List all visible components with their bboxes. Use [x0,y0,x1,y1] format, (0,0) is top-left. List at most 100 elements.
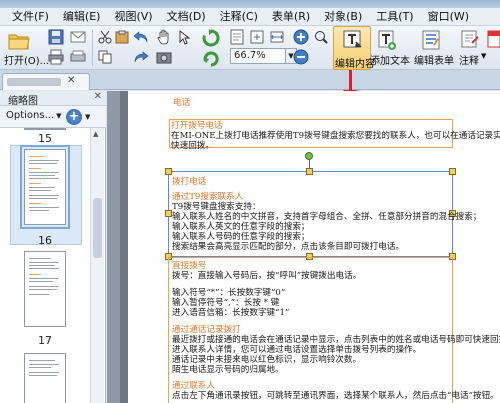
rotate-counterclockwise-icon [203,51,219,67]
menu-bar: 文件(F) 编辑(E) 视图(V) 文档(D) 注释(C) 表单(R) 对象(B… [0,8,500,26]
tab-close-icon[interactable]: ✕ [67,75,75,86]
scroll-up-icon[interactable]: ▲ [93,130,98,138]
zoom-input[interactable]: 66.7% [230,48,286,64]
paragraph-line: 点击左下角通讯录按钮，可跳转至通讯界面，选择某个联系人，然后点击“电话”按钮。 [172,391,499,401]
thumbnail-options-button[interactable]: Options... ▼ [6,110,62,121]
resize-handle-top-right[interactable] [449,168,456,175]
comment-dropdown-chevron-down-icon[interactable]: ▼ [481,52,486,60]
thumbnail-page-18[interactable] [24,353,66,403]
clipboard-icon [115,30,129,44]
magnifier-icon [315,31,328,44]
redo-button[interactable] [132,48,150,66]
menu-file[interactable]: 文件(F) [0,9,56,25]
zoom-tool-button[interactable] [313,28,329,46]
print-button[interactable] [46,48,66,66]
menu-form[interactable]: 表单(R) [265,9,317,25]
document-tab-strip: ✕ [0,70,500,90]
menu-tools[interactable]: 工具(T) [369,9,420,25]
select-text-button[interactable] [176,28,194,46]
thumbnail-page-16[interactable] [20,145,70,229]
panel-close-icon[interactable]: ✕ [94,91,102,102]
scrollbar-thumb[interactable] [93,198,102,258]
thumbnail-page-number: 16 [38,234,52,247]
menu-window[interactable]: 窗口(W) [421,9,476,25]
comment-label: 注释 [459,56,479,67]
add-text-button[interactable] [376,28,398,52]
page-edge-shadow [120,91,128,403]
page-icon [230,29,244,45]
menu-comment[interactable]: 注释(C) [213,9,265,25]
scissors-icon [98,30,112,44]
resize-handle-top-left[interactable] [165,168,172,175]
actual-size-button[interactable] [228,28,246,46]
toolbar-separator [92,30,93,66]
pdf-icon [487,30,500,48]
hand-icon [157,29,169,45]
zoom-out-button[interactable] [292,48,310,66]
menu-view[interactable]: 视图(V) [107,9,159,25]
save-button[interactable] [46,28,66,46]
copy-button[interactable] [97,48,113,66]
paragraph-line: 在MI-ONE上拨打电话推荐使用T9拨号键盘搜索您要找的联系人，也可以在通话记录… [171,131,500,141]
add-text-icon [378,30,396,50]
resize-handle-left[interactable] [165,210,172,217]
pdf-tool-button[interactable] [487,28,500,50]
subheading: 通过通话记录拨打 [172,325,241,335]
fit-page-button[interactable] [248,28,266,46]
thumbnail-panel-title: 缩略图 [8,96,38,107]
thumbnail-page-15[interactable] [24,128,66,130]
paragraph-line: 快速回拨。 [171,141,214,151]
subheading: 通过联系人 [172,381,215,391]
paragraph-line: 输入联系人姓名的中文拼音，支持首字母组合、全拼、任意部分拼音的混合搜索； [172,212,482,222]
email-button[interactable] [68,28,88,46]
camera-icon [156,52,172,64]
comment-button[interactable] [459,28,481,50]
resize-handle-top[interactable] [306,168,313,175]
snapshot-button[interactable] [155,48,173,66]
paragraph-line: 进入联系人详情，您可以通过电话设置选择单击拨号列表的操作。 [172,345,422,355]
edit-content-button[interactable]: 编辑内容 [333,26,375,70]
scan-button[interactable] [68,48,88,66]
title-bar [0,0,500,8]
hand-tool-button[interactable] [155,28,173,46]
fit-width-button[interactable] [268,28,286,46]
edit-content-icon [343,30,362,48]
paste-button[interactable] [114,28,130,46]
menu-object[interactable]: 对象(B) [317,9,369,25]
rotate-clockwise-icon [202,29,220,47]
menu-document[interactable]: 文档(D) [160,9,213,25]
save-icon [48,29,64,45]
section-heading: 电话 [173,98,191,108]
fit-width-icon [270,31,284,43]
open-label: 打开(O)... [4,56,50,67]
paragraph-line: 输入联系人号码的任意字段的搜索； [172,232,310,242]
zoom-in-button[interactable] [292,28,310,46]
rotate-ccw-button[interactable] [200,50,222,68]
redo-icon [134,51,149,63]
edit-form-button[interactable] [420,28,442,52]
form-icon [422,30,440,50]
text-select-icon [179,30,191,45]
cut-button[interactable] [97,28,113,46]
subheading: 拨打电话 [172,177,207,187]
thumbnail-zoom-in-icon[interactable]: + [66,109,82,125]
menu-edit[interactable]: 编辑(E) [56,9,108,25]
document-tab-title-blurred [7,78,61,86]
subheading: 直接拨号 [172,261,207,271]
subheading: 打开拨号电话 [171,121,223,131]
thumbnail-zoom-chevron-down-icon[interactable]: ▼ [85,113,90,121]
open-button[interactable] [6,28,32,54]
thumbnail-page-number: 17 [38,334,52,347]
scanner-icon [70,50,86,62]
thumbnail-page-17[interactable] [24,251,66,327]
rotate-cw-button[interactable] [200,28,222,48]
fit-page-icon [250,30,264,44]
add-text-label: 添加文本 [370,56,410,67]
copy-icon [98,50,112,64]
toolbar: 打开(O)... 66.7% ▼ 编辑内容 添加文本 编辑表单 注释 ▼ [0,26,500,70]
zoom-out-icon [293,49,309,65]
undo-button[interactable] [132,28,150,46]
document-tab[interactable]: ✕ [2,73,90,90]
rotation-handle[interactable] [305,152,313,160]
thumbnail-scrollbar[interactable]: ▲ [90,128,104,403]
